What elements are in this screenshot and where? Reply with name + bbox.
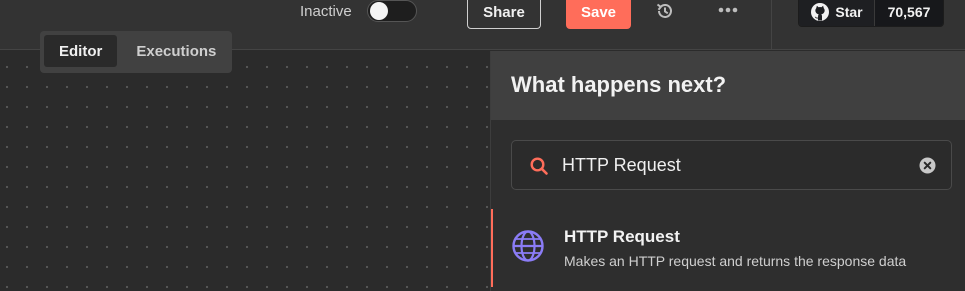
topbar-divider xyxy=(771,0,772,50)
node-creator-panel: What happens next? HTTP Request Makes an… xyxy=(490,51,965,291)
globe-icon xyxy=(512,230,544,262)
view-tabs: Editor Executions xyxy=(40,31,232,73)
result-description: Makes an HTTP request and returns the re… xyxy=(564,253,907,269)
star-label: Star xyxy=(835,3,863,20)
result-item-http-request[interactable]: HTTP Request Makes an HTTP request and r… xyxy=(491,209,965,287)
toggle-knob xyxy=(370,2,388,20)
active-toggle[interactable] xyxy=(367,0,417,22)
history-icon[interactable] xyxy=(655,1,675,21)
active-status-label: Inactive xyxy=(300,3,352,20)
tab-editor[interactable]: Editor xyxy=(44,35,118,67)
search-input[interactable] xyxy=(562,149,902,181)
github-star-button[interactable]: Star xyxy=(799,0,875,26)
tab-executions[interactable]: Executions xyxy=(121,35,231,67)
panel-title: What happens next? xyxy=(511,72,727,97)
github-icon xyxy=(811,2,830,21)
github-star-widget[interactable]: Star 70,567 xyxy=(798,0,944,27)
result-title: HTTP Request xyxy=(564,227,680,246)
ellipsis-icon[interactable] xyxy=(717,2,739,18)
panel-header: What happens next? xyxy=(491,51,965,120)
star-count[interactable]: 70,567 xyxy=(875,0,943,26)
workflow-canvas[interactable] xyxy=(0,51,490,291)
save-button[interactable]: Save xyxy=(566,0,631,29)
search-icon xyxy=(530,157,548,175)
clear-icon[interactable] xyxy=(919,157,936,174)
share-button[interactable]: Share xyxy=(467,0,541,29)
node-search[interactable] xyxy=(511,140,952,190)
